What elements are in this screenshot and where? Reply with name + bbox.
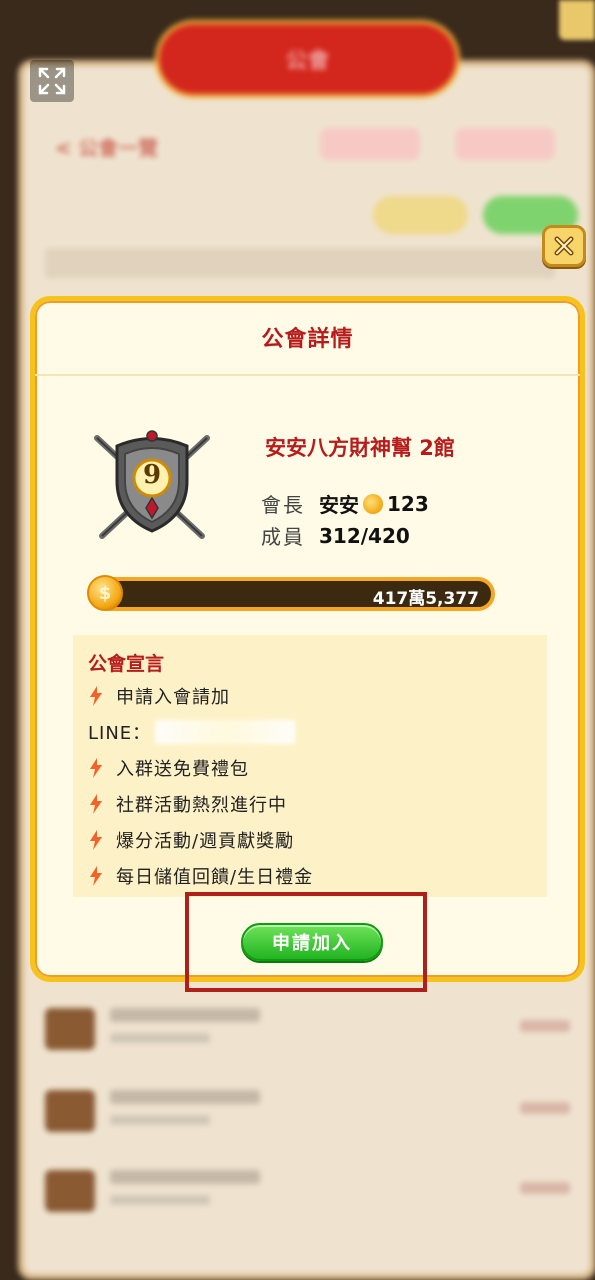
background-list-item [40, 1080, 580, 1150]
leader-label: 會長 [261, 493, 305, 517]
highlight-box [185, 892, 427, 992]
leader-level: 123 [387, 491, 429, 516]
members-row: 成員 312/420 [261, 521, 410, 550]
background-list-item [40, 998, 580, 1068]
guild-name: 安安八方財神幫 2館 [265, 436, 455, 460]
background-row [45, 248, 555, 278]
background-header: 公會 [155, 20, 460, 98]
lightning-bolt-icon [90, 830, 102, 850]
declaration-line: 爆分活動/週貢獻獎勵 [88, 827, 294, 853]
background-tab [320, 128, 420, 160]
close-icon [554, 236, 574, 256]
background-tab [455, 128, 555, 160]
emblem-level: 9 [142, 460, 162, 490]
title-divider [35, 374, 580, 376]
lightning-bolt-icon [90, 794, 102, 814]
guild-fund-value: 417萬5,377 [372, 589, 479, 609]
lightning-bolt-icon [90, 686, 102, 706]
guild-fund-bar: 417萬5,377 [93, 577, 495, 611]
leader-row: 會長 安安 123 [261, 489, 429, 518]
guild-emblem: 9 [87, 426, 217, 546]
dialog-title: 公會詳情 [261, 327, 354, 352]
expand-icon[interactable] [30, 60, 74, 102]
declaration-line: 申請入會請加 [88, 683, 230, 709]
redacted-line-id [155, 720, 296, 744]
declaration-line: 入群送免費禮包 [88, 755, 249, 781]
declaration-title: 公會宣言 [88, 653, 165, 675]
background-pill [373, 196, 468, 234]
declaration-line: 每日儲值回饋/生日禮金 [88, 863, 313, 889]
guild-details-dialog: 公會詳情 9 安安八方財神幫 2館 會長 安安 123 成員 312/420 4… [30, 296, 585, 982]
members-value: 312/420 [319, 523, 410, 548]
guild-declaration: 公會宣言 申請入會請加 LINE： 入群送免費禮包 社群活動熱烈進行中 爆分活動… [73, 635, 547, 897]
background-corner-tab [559, 0, 595, 40]
declaration-line: 社群活動熱烈進行中 [88, 791, 287, 817]
level-icon [363, 493, 383, 514]
close-button[interactable] [542, 225, 586, 267]
coin-icon: $ [87, 575, 123, 611]
members-label: 成員 [261, 525, 305, 549]
lightning-bolt-icon [90, 866, 102, 886]
background-list-item [40, 1160, 580, 1230]
lightning-bolt-icon [90, 758, 102, 778]
background-back-link: < 公會一覽 [55, 136, 159, 160]
declaration-line: LINE： [88, 719, 296, 745]
leader-name: 安安 [319, 493, 359, 517]
background-header-title: 公會 [285, 49, 330, 74]
